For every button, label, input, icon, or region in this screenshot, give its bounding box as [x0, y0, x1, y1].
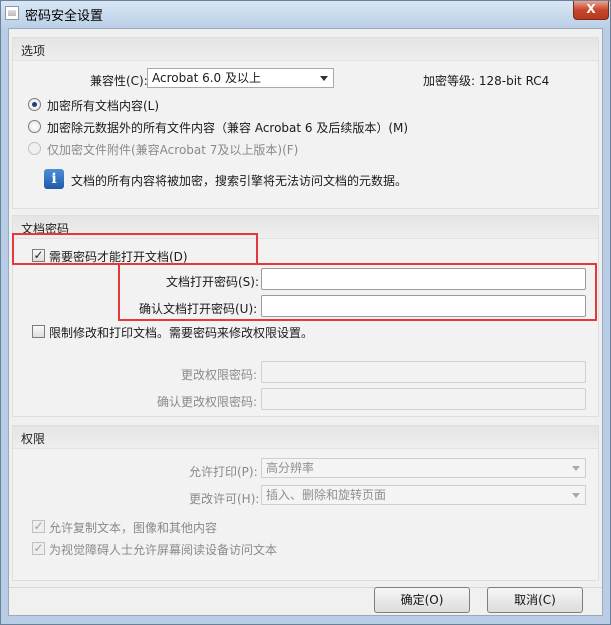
print-value: 高分辨率	[266, 461, 315, 475]
cancel-button[interactable]: 取消(C)	[487, 587, 583, 613]
dialog-window: 密码安全设置 X 选项 兼容性(C): Acrobat 6.0 及以上 加密等级…	[0, 0, 611, 625]
restrict-checkbox[interactable]	[32, 325, 45, 338]
accessibility-checkbox[interactable]: ✓	[32, 542, 45, 555]
perm-password-label: 更改权限密码:	[181, 368, 258, 382]
chevron-down-icon	[572, 466, 580, 471]
permissions-title: 权限	[21, 432, 46, 446]
radio-encrypt-attachments-label: 仅加密文件附件(兼容Acrobat 7及以上版本)(F)	[47, 143, 299, 157]
permissions-section: 权限 允许打印(P): 高分辨率 更改许可(H): 插入、删除和旋转页面 ✓ 允…	[12, 425, 599, 581]
print-dropdown[interactable]: 高分辨率	[261, 458, 586, 478]
info-text: 文档的所有内容将被加密，搜索引擎将无法访问文档的元数据。	[71, 174, 408, 188]
chevron-down-icon	[320, 76, 328, 81]
highlight-box-password-fields	[118, 263, 597, 321]
change-dropdown[interactable]: 插入、删除和旋转页面	[261, 485, 586, 505]
radio-encrypt-attachments[interactable]	[28, 142, 41, 155]
window-title: 密码安全设置	[25, 9, 104, 24]
restrict-label[interactable]: 限制修改和打印文档。需要密码来修改权限设置。	[49, 324, 313, 341]
accessibility-label: 为视觉障碍人士允许屏幕阅读设备访问文本	[49, 543, 278, 557]
info-icon: i	[44, 169, 64, 189]
options-title: 选项	[21, 44, 46, 58]
allow-copy-label: 允许复制文本，图像和其他内容	[49, 521, 218, 535]
perm-password-input[interactable]	[261, 361, 586, 383]
chevron-down-icon	[572, 493, 580, 498]
compat-dropdown[interactable]: Acrobat 6.0 及以上	[147, 68, 334, 88]
print-label: 允许打印(P):	[189, 465, 258, 479]
dialog-client: 选项 兼容性(C): Acrobat 6.0 及以上 加密等级: 128-bit…	[8, 28, 603, 616]
compat-label: 兼容性(C):	[90, 74, 148, 88]
options-section: 选项 兼容性(C): Acrobat 6.0 及以上 加密等级: 128-bit…	[12, 37, 599, 209]
title-bar[interactable]: 密码安全设置 X	[1, 1, 610, 27]
radio-encrypt-except-metadata-label[interactable]: 加密除元数据外的所有文件内容（兼容 Acrobat 6 及后续版本）(M)	[47, 119, 408, 136]
app-icon	[5, 6, 19, 20]
change-value: 插入、删除和旋转页面	[266, 488, 387, 502]
encryption-level: 加密等级: 128-bit RC4	[423, 74, 550, 88]
close-button[interactable]: X	[573, 1, 609, 20]
radio-encrypt-except-metadata[interactable]	[28, 120, 41, 133]
options-header: 选项	[13, 38, 598, 61]
confirm-perm-password-label: 确认更改权限密码:	[157, 395, 258, 409]
permissions-header: 权限	[13, 426, 598, 449]
change-label: 更改许可(H):	[189, 492, 260, 506]
ok-button[interactable]: 确定(O)	[374, 587, 470, 613]
radio-encrypt-all-label[interactable]: 加密所有文档内容(L)	[47, 97, 159, 114]
radio-encrypt-all[interactable]	[28, 98, 41, 111]
allow-copy-checkbox[interactable]: ✓	[32, 520, 45, 533]
confirm-perm-password-input[interactable]	[261, 388, 586, 410]
highlight-box-require-password	[12, 233, 258, 265]
compat-value: Acrobat 6.0 及以上	[152, 71, 261, 85]
